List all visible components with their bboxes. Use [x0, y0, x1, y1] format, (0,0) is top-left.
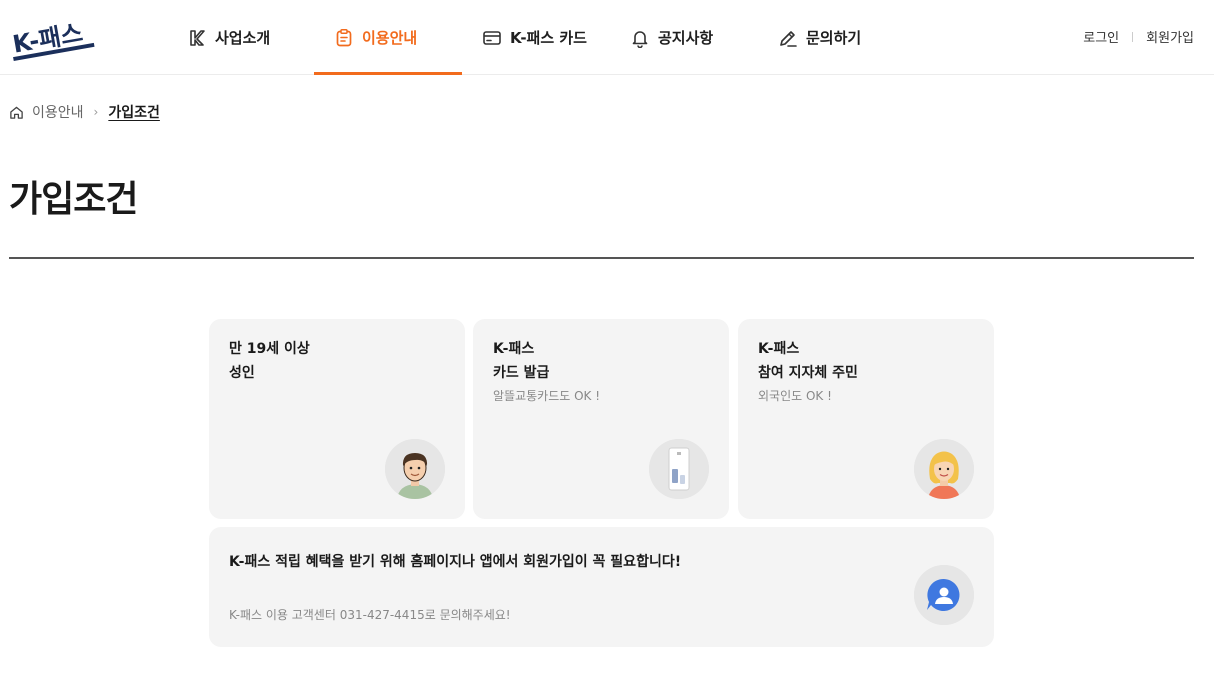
condition-card-card: K-패스 카드 발급 알뜰교통카드도 OK !: [473, 319, 729, 519]
bell-icon: [632, 30, 648, 48]
signup-link[interactable]: 회원가입: [1146, 27, 1194, 46]
transit-card-icon: [649, 439, 709, 499]
chevron-right-icon: ›: [93, 105, 99, 119]
nav-label-inquiry: 문의하기: [806, 29, 862, 47]
k-logo-icon: [190, 29, 205, 46]
man-avatar-icon: [385, 439, 445, 499]
site-header: K-패스 사업소개 이용안내 K-패스 카드 공지사항 문의하기 로그인 회원가…: [0, 0, 1214, 75]
card-line2: 성인: [229, 365, 255, 381]
card-sub: 외국인도 OK !: [758, 389, 832, 403]
card-line1: K-패스: [758, 341, 800, 357]
customer-center-contact: K-패스 이용 고객센터 031-427-4415로 문의해주세요!: [229, 608, 511, 622]
signup-notice-message: K-패스 적립 혜택을 받기 위해 홈페이지나 앱에서 회원가입이 꼭 필요합니…: [229, 554, 682, 570]
card-line1: 만 19세 이상: [229, 341, 310, 357]
active-nav-indicator: [314, 72, 462, 75]
login-link[interactable]: 로그인: [1083, 27, 1119, 46]
breadcrumb-current: 가입조건: [108, 105, 160, 121]
nav-label-card: K-패스 카드: [510, 29, 587, 47]
nav-label-guide: 이용안내: [362, 29, 418, 47]
auth-divider: [1132, 31, 1134, 42]
page-title: 가입조건: [9, 179, 138, 220]
k-pass-logo-icon: K-패스: [11, 19, 95, 62]
condition-card-age: 만 19세 이상 성인: [209, 319, 465, 519]
nav-label-about: 사업소개: [215, 29, 271, 47]
card-line2: 참여 지자체 주민: [758, 365, 858, 381]
card-line1: K-패스: [493, 341, 535, 357]
card-line2: 카드 발급: [493, 365, 550, 381]
nav-item-notice[interactable]: 공지사항: [630, 0, 713, 75]
nav-label-notice: 공지사항: [658, 29, 714, 47]
nav-item-about[interactable]: 사업소개: [187, 0, 270, 75]
card-sub: 알뜰교통카드도 OK !: [493, 389, 601, 403]
k-pass-logo[interactable]: K-패스: [8, 8, 96, 64]
pencil-icon: [780, 30, 797, 47]
home-icon[interactable]: [9, 105, 24, 120]
title-divider: [9, 257, 1194, 259]
auth-links: 로그인 회원가입: [1083, 27, 1194, 46]
breadcrumb: 이용안내 › 가입조건: [9, 102, 160, 122]
nav-item-card[interactable]: K-패스 카드: [482, 0, 587, 75]
nav-item-guide[interactable]: 이용안내: [334, 0, 417, 75]
clipboard-icon: [336, 28, 352, 46]
nav-item-inquiry[interactable]: 문의하기: [778, 0, 861, 75]
signup-notice-card: K-패스 적립 혜택을 받기 위해 홈페이지나 앱에서 회원가입이 꼭 필요합니…: [209, 527, 994, 647]
breadcrumb-parent[interactable]: 이용안내: [32, 102, 84, 122]
chat-user-icon: [914, 565, 974, 625]
condition-card-resident: K-패스 참여 지자체 주민 외국인도 OK !: [738, 319, 994, 519]
woman-avatar-icon: [914, 439, 974, 499]
card-icon: [483, 30, 501, 45]
